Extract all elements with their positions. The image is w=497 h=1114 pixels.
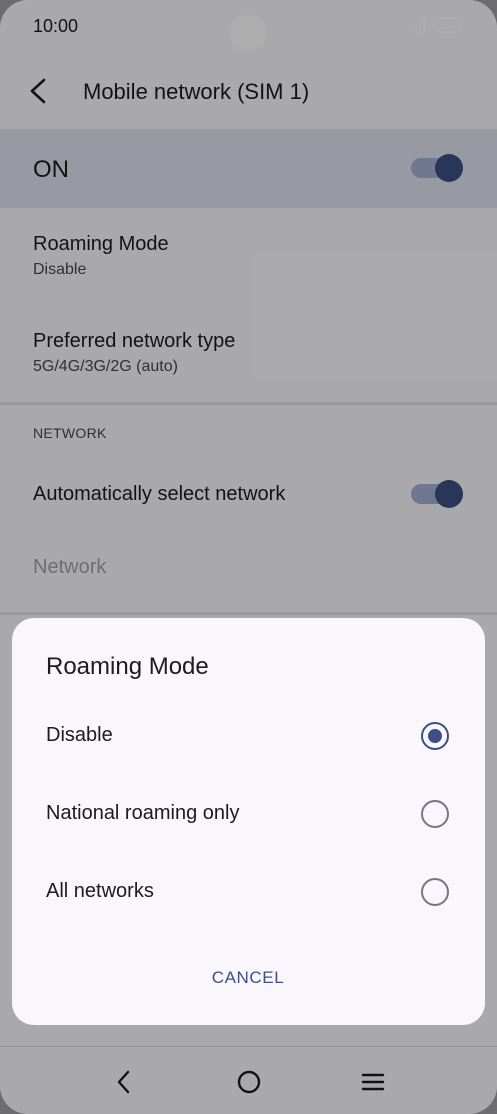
option-label: National roaming only <box>46 802 240 824</box>
option-label: All networks <box>46 880 154 902</box>
phone-screen: 10:00 100 Mobile network (SIM 1) ON Roam… <box>0 0 497 1114</box>
radio-selected-icon[interactable] <box>421 722 449 750</box>
dialog-title: Roaming Mode <box>46 653 209 680</box>
option-disable[interactable]: Disable <box>12 698 485 776</box>
option-label: Disable <box>46 724 113 746</box>
radio-unselected-icon[interactable] <box>421 878 449 906</box>
radio-unselected-icon[interactable] <box>421 800 449 828</box>
roaming-mode-dialog: Roaming Mode Disable National roaming on… <box>12 618 485 1025</box>
option-all-networks[interactable]: All networks <box>12 854 485 932</box>
option-national-roaming[interactable]: National roaming only <box>12 776 485 854</box>
cancel-button[interactable]: CANCEL <box>198 968 298 992</box>
